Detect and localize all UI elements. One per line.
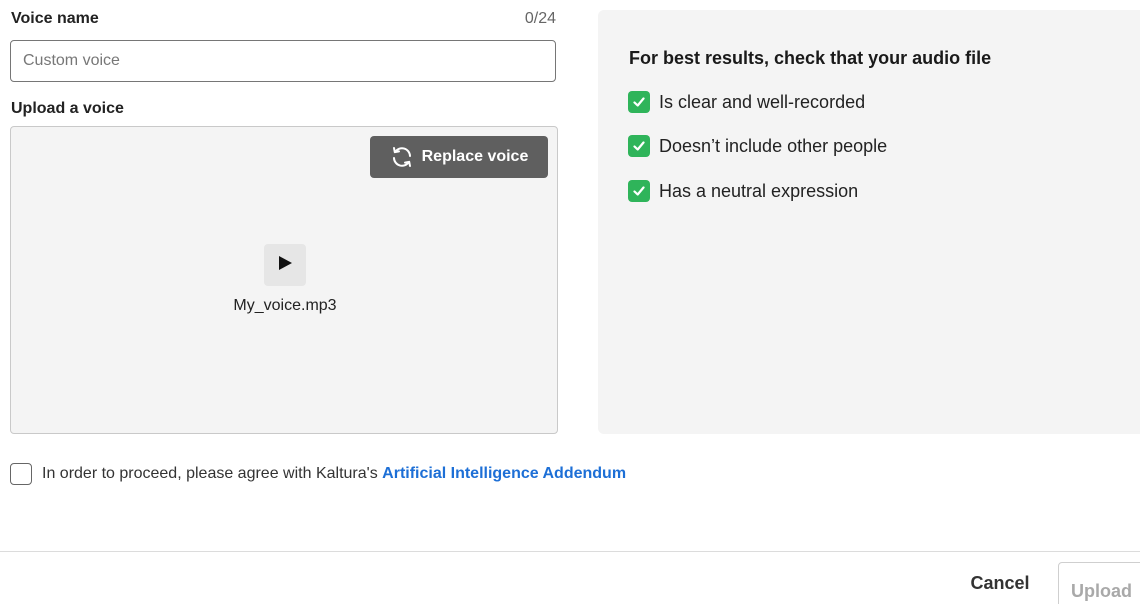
upload-voice-dropzone[interactable]: Replace voice My_voice.mp3 xyxy=(10,126,558,434)
checkmark-icon xyxy=(628,180,650,202)
voice-name-label: Voice name xyxy=(11,10,99,27)
tip-item: Has a neutral expression xyxy=(628,180,858,202)
audio-tips-panel: For best results, check that your audio … xyxy=(598,10,1140,434)
upload-button[interactable]: Upload xyxy=(1058,562,1140,604)
custom-voice-dialog: Voice name 0/24 Upload a voice Replace v… xyxy=(0,0,1140,604)
cancel-button[interactable]: Cancel xyxy=(952,562,1048,604)
agree-checkbox[interactable] xyxy=(10,463,32,485)
tip-item: Is clear and well-recorded xyxy=(628,91,865,113)
checkmark-icon xyxy=(628,135,650,157)
tip-item: Doesn’t include other people xyxy=(628,135,887,157)
tip-label: Has a neutral expression xyxy=(659,180,859,201)
replace-voice-label: Replace voice xyxy=(421,148,529,165)
play-icon xyxy=(277,255,293,276)
tips-title: For best results, check that your audio … xyxy=(629,48,992,68)
checkmark-icon xyxy=(628,91,650,113)
agreement-text: In order to proceed, please agree with K… xyxy=(42,465,378,482)
uploaded-file-name: My_voice.mp3 xyxy=(233,297,337,314)
refresh-icon xyxy=(390,145,414,169)
play-button[interactable] xyxy=(264,244,306,286)
replace-voice-button[interactable]: Replace voice xyxy=(370,136,548,178)
ai-addendum-link[interactable]: Artificial Intelligence Addendum xyxy=(382,465,626,482)
upload-voice-label: Upload a voice xyxy=(11,100,124,117)
footer-divider xyxy=(0,551,1140,552)
tip-label: Doesn’t include other people xyxy=(659,135,888,156)
ai-addendum-agreement: In order to proceed, please agree with K… xyxy=(10,463,626,485)
voice-name-input[interactable] xyxy=(10,40,556,82)
tip-label: Is clear and well-recorded xyxy=(659,91,866,112)
voice-name-char-counter: 0/24 xyxy=(524,10,556,27)
